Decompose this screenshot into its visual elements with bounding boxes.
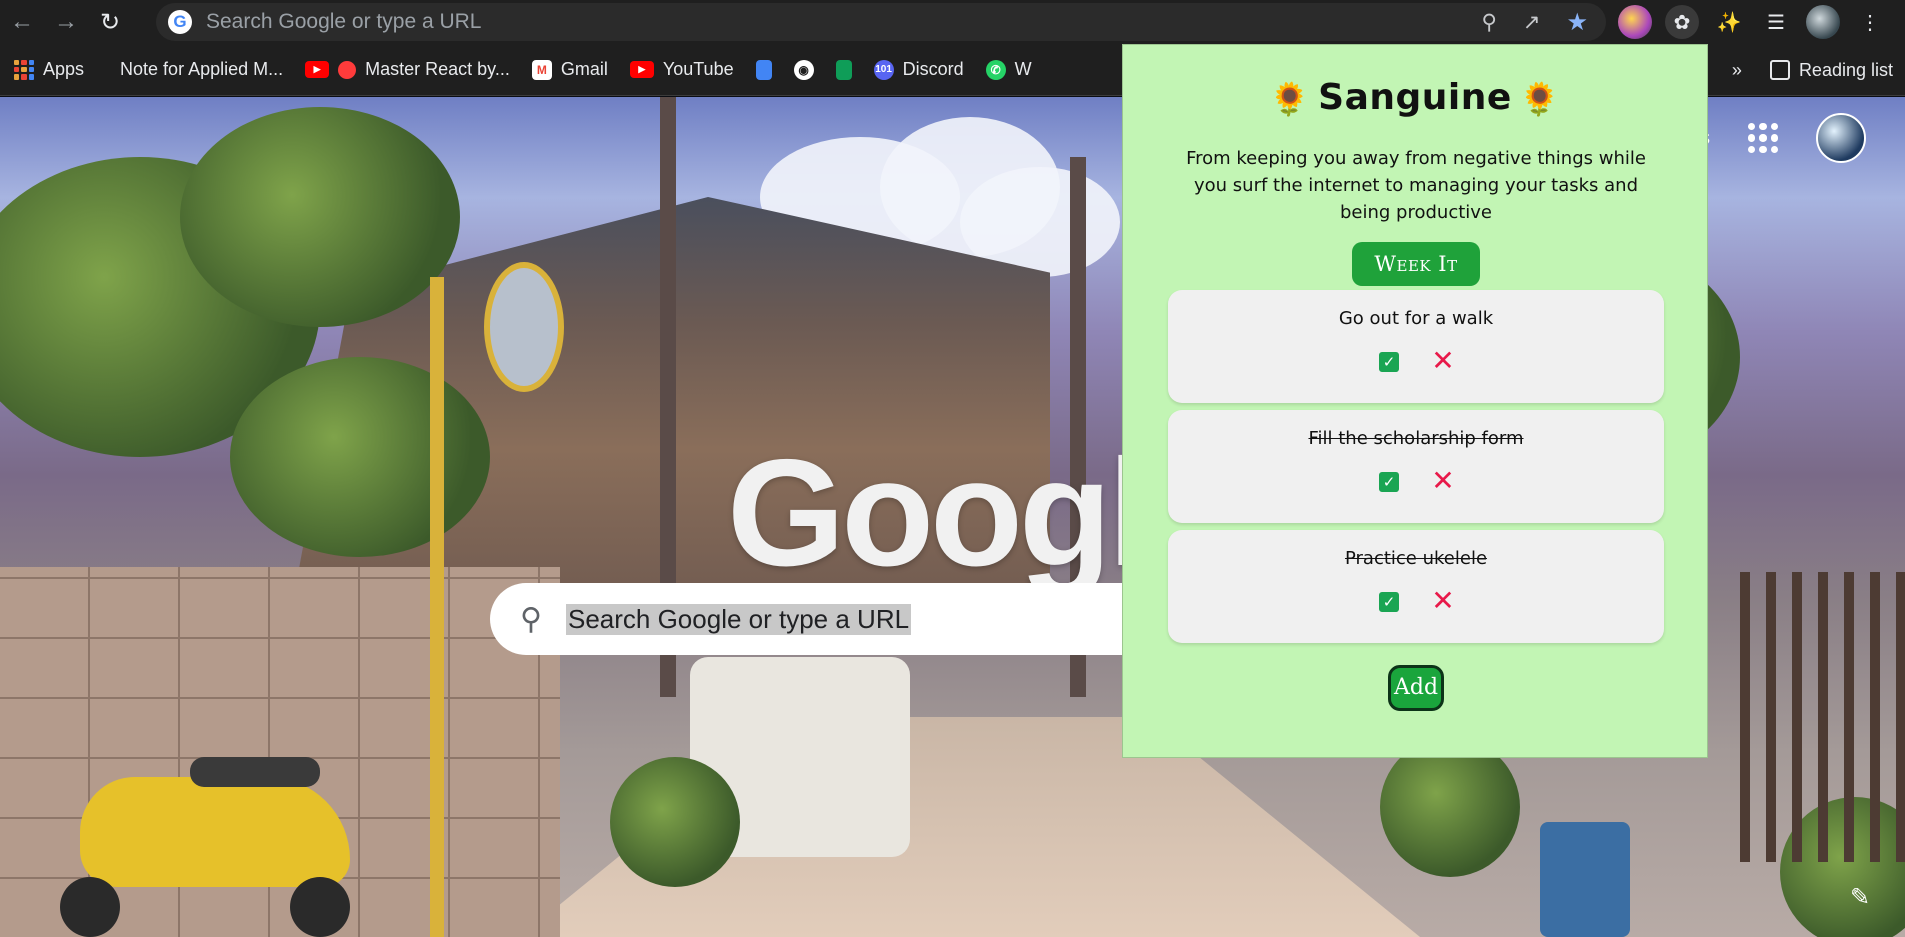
customize-pencil-icon[interactable]: ✎	[1842, 879, 1878, 915]
bookmark-label: YouTube	[662, 59, 734, 79]
ntp-search-box[interactable]: ⚲ Search Google or type a URL	[490, 583, 1140, 655]
bookmark-apps[interactable]: Apps	[14, 59, 84, 80]
share-icon[interactable]: ↗	[1523, 10, 1541, 35]
apps-grid-icon	[14, 59, 34, 80]
omnibox[interactable]: G Search Google or type a URL ⚲ ↗ ★	[156, 3, 1606, 41]
popup-description: From keeping you away from negative thin…	[1186, 148, 1646, 223]
complete-checkbox-icon[interactable]: ✓	[1379, 472, 1399, 492]
youtube-icon: ▶	[629, 61, 654, 78]
bookmark-sheets[interactable]	[835, 59, 852, 80]
back-button[interactable]: ←	[0, 0, 44, 44]
ntp-account-avatar[interactable]	[1816, 113, 1866, 163]
reload-button[interactable]: ↻	[88, 0, 132, 44]
ntp-search-input[interactable]: Search Google or type a URL	[565, 603, 912, 635]
omnibox-input[interactable]: Search Google or type a URL	[206, 10, 1481, 34]
search-icon: ⚲	[520, 602, 542, 636]
bookmark-note[interactable]: Note for Applied M...	[120, 59, 283, 80]
task-text: Practice ukelele	[1344, 548, 1488, 569]
sanguine-popup: 🌻 Sanguine 🌻 From keeping you away from ne…	[1122, 44, 1708, 758]
record-icon	[338, 60, 357, 79]
bookmark-docs[interactable]	[755, 59, 772, 80]
sunflower-icon: 🌻	[1519, 80, 1561, 118]
reading-list-icon	[1769, 60, 1790, 80]
bookmark-label: Discord	[902, 59, 964, 79]
bookmark-label: Apps	[43, 59, 85, 79]
youtube-icon: ▶	[305, 61, 330, 78]
bookmark-discord[interactable]: 101 Discord	[873, 59, 964, 80]
media-control-icon[interactable]: ☰	[1759, 5, 1793, 39]
globe-icon: ◉	[793, 59, 814, 80]
bookmark-master-react[interactable]: ▶ Master React by...	[305, 59, 510, 80]
week-it-out-button[interactable]: Week It Out	[1352, 242, 1480, 320]
bookmark-label: Note for Applied M...	[120, 59, 284, 79]
profile-avatar[interactable]	[1806, 5, 1840, 39]
delete-task-icon[interactable]: ✕	[1430, 347, 1456, 375]
complete-checkbox-icon[interactable]: ✓	[1379, 352, 1399, 372]
extension-icon[interactable]	[1618, 5, 1652, 39]
popup-title: 🌻 Sanguine 🌻	[1123, 77, 1707, 118]
delete-task-icon[interactable]: ✕	[1430, 467, 1456, 495]
complete-checkbox-icon[interactable]: ✓	[1379, 592, 1399, 612]
google-apps-icon[interactable]	[1748, 123, 1778, 153]
task-card: Fill the scholarship form ✓ ✕	[1168, 410, 1664, 523]
forward-button[interactable]: →	[44, 0, 88, 44]
bookmark-star-icon[interactable]: ★	[1566, 8, 1588, 37]
bookmark-label: Gmail	[560, 59, 608, 79]
puzzle-icon[interactable]: ✨	[1712, 5, 1746, 39]
sheets-icon	[835, 59, 852, 80]
browser-toolbar: ← → ↻ G Search Google or type a URL ⚲ ↗ …	[0, 0, 1905, 44]
sanguine-extension-icon[interactable]: ✿	[1665, 5, 1699, 39]
bookmark-youtube[interactable]: ▶ YouTube	[629, 59, 734, 80]
bookmark-label: W	[1014, 59, 1032, 79]
delete-task-icon[interactable]: ✕	[1430, 587, 1456, 615]
bookmark-globe[interactable]: ◉	[793, 59, 814, 80]
gmail-icon: M	[531, 59, 552, 80]
docs-icon	[755, 59, 772, 80]
google-logo: Google	[727, 437, 1127, 589]
discord-icon: 101	[873, 59, 894, 80]
bookmark-gmail[interactable]: M Gmail	[531, 59, 608, 80]
reading-list-button[interactable]: Reading list	[1769, 59, 1893, 81]
task-text: Fill the scholarship form	[1308, 428, 1524, 449]
bookmarks-overflow-button[interactable]: »	[1732, 60, 1742, 81]
menu-kebab-icon[interactable]: ⋮	[1853, 5, 1887, 39]
task-card: Go out for a walk ✓ ✕	[1168, 290, 1664, 403]
zoom-icon[interactable]: ⚲	[1481, 10, 1496, 35]
add-task-button[interactable]: Add	[1388, 665, 1444, 711]
sunflower-icon: 🌻	[1269, 80, 1311, 118]
google-icon: G	[168, 10, 192, 34]
bookmark-whatsapp[interactable]: ✆ W	[985, 59, 1032, 80]
task-card: Practice ukelele ✓ ✕	[1168, 530, 1664, 643]
popup-title-text: Sanguine	[1318, 77, 1512, 118]
whatsapp-icon: ✆	[985, 59, 1006, 80]
bookmark-label: Master React by...	[365, 59, 510, 79]
reading-list-label: Reading list	[1798, 59, 1893, 80]
task-text: Go out for a walk	[1338, 308, 1494, 329]
